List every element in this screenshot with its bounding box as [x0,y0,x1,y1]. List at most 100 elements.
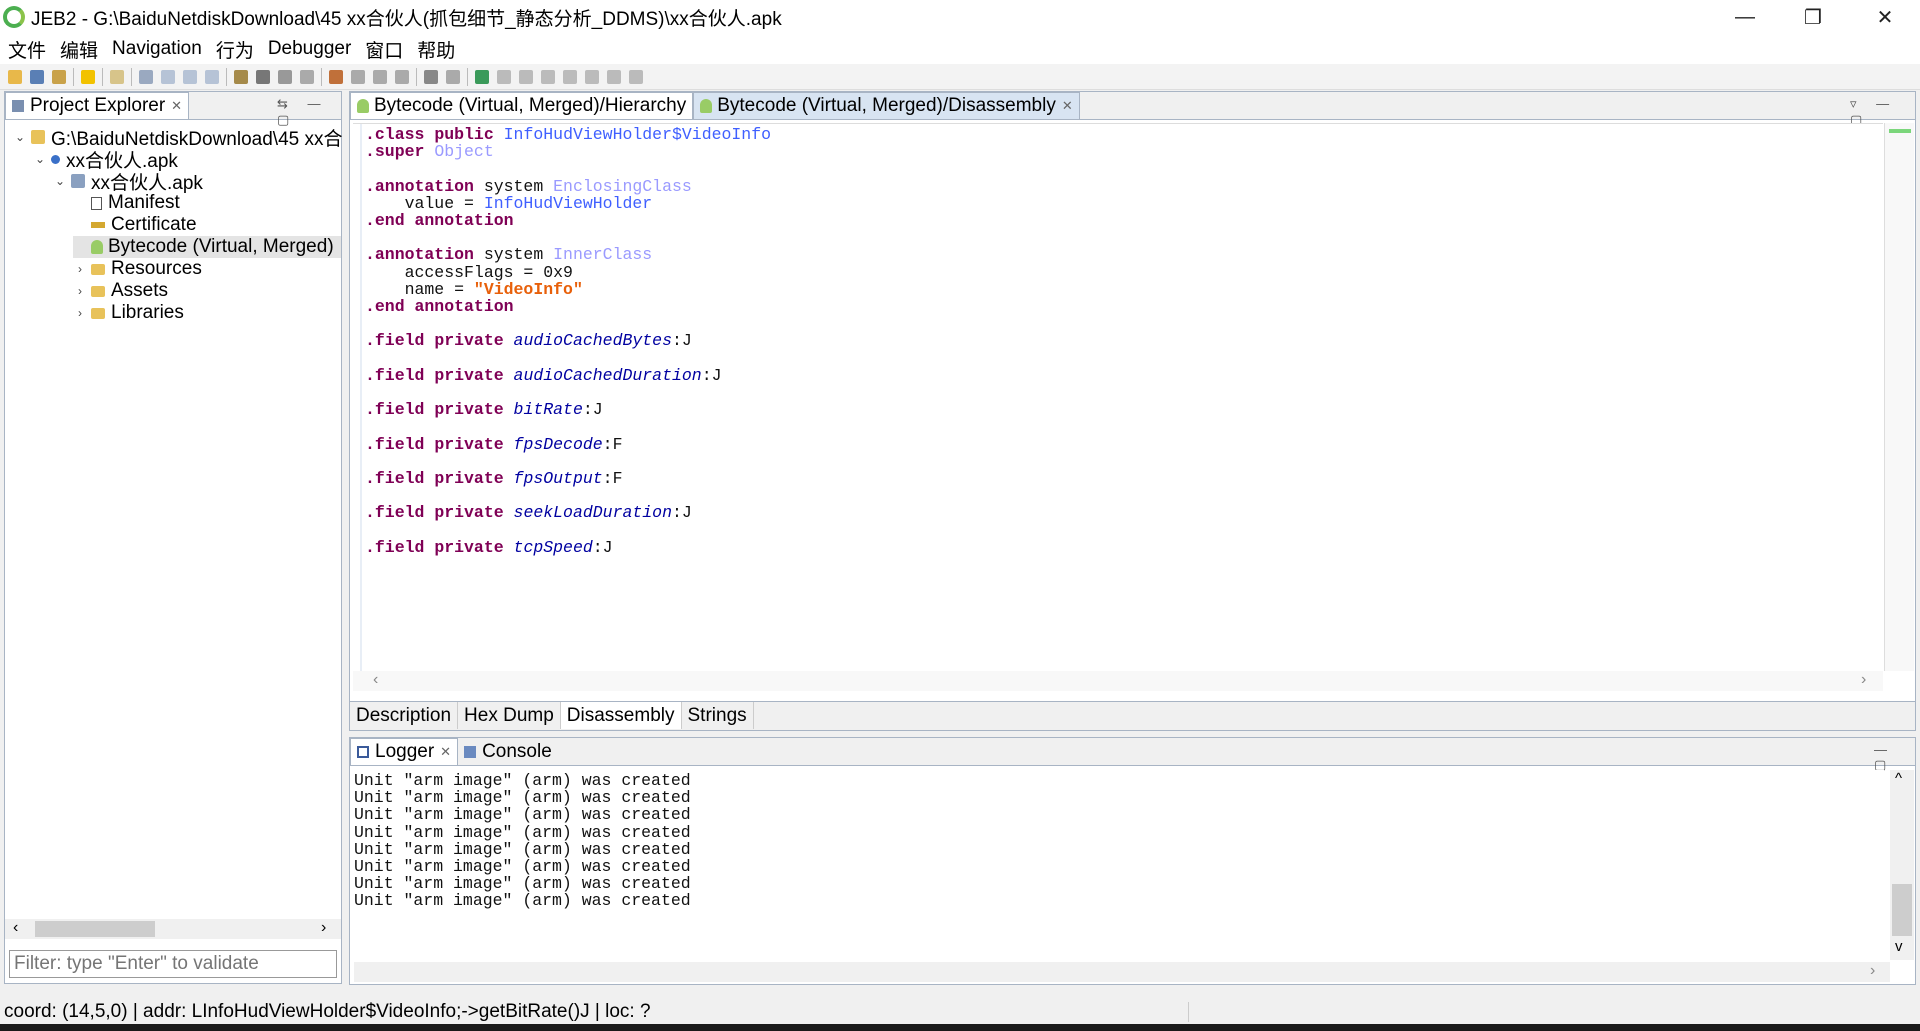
run-to-icon[interactable] [629,69,643,84]
close-icon[interactable]: ✕ [1062,98,1073,114]
log-view[interactable]: Unit "arm image" (arm) was created Unit "… [354,770,1884,960]
tree-row-certificate[interactable]: Certificate [73,214,197,236]
close-button[interactable]: ✕ [1850,0,1920,34]
class-name[interactable]: InfoHudViewHolder$VideoInfo [504,125,771,144]
annotation-type[interactable]: InnerClass [553,245,652,264]
warning-icon[interactable] [81,69,95,84]
menu-help[interactable]: 帮助 [417,36,455,63]
field-name[interactable]: audioCachedDuration [514,366,702,385]
scroll-thumb[interactable] [1892,884,1912,936]
subtab-hex-dump[interactable]: Hex Dump [458,702,561,729]
scroll-right-icon[interactable]: › [1861,671,1866,689]
log-vertical-scrollbar[interactable]: ^ v [1890,770,1914,960]
expand-arrow-icon[interactable]: › [73,262,87,276]
tab-disassembly[interactable]: Bytecode (Virtual, Merged)/Disassembly ✕ [693,92,1080,119]
field-name[interactable]: seekLoadDuration [514,503,672,522]
stop-icon[interactable] [541,69,555,84]
scroll-up-icon[interactable]: ^ [1895,770,1902,787]
field-name[interactable]: tcpSpeed [514,538,593,557]
tree-row-libraries[interactable]: › Libraries [73,302,184,324]
expand-arrow-icon[interactable]: ⌄ [53,174,67,188]
annotation-value[interactable]: InfoHudViewHolder [484,194,652,213]
jump-icon[interactable] [139,69,153,84]
menu-debugger[interactable]: Debugger [268,38,351,60]
tree-row-resources[interactable]: › Resources [73,258,202,280]
restore-button[interactable]: ❐ [1778,0,1848,34]
field-type: :J [592,537,613,557]
tree-row-package[interactable]: ⌄ xx合伙人.apk [53,170,203,194]
field-name[interactable]: bitRate [514,400,583,419]
overview-ruler[interactable] [1884,123,1914,671]
rename-icon[interactable] [278,69,292,84]
forward-icon[interactable] [205,69,219,84]
step-into-icon[interactable] [563,69,577,84]
subtab-strings[interactable]: Strings [682,702,754,729]
horizontal-scrollbar[interactable]: ‹ › [5,919,341,939]
tree-row-bytecode[interactable]: Bytecode (Virtual, Merged) [73,236,341,258]
tab-project-explorer[interactable]: Project Explorer ✕ [5,92,190,119]
expand-arrow-icon[interactable]: ⌄ [33,152,47,166]
layout-icon[interactable] [351,69,365,84]
project-explorer-icon [12,100,24,112]
properties-icon[interactable] [52,69,66,84]
comment-icon[interactable] [256,69,270,84]
tree-row-assets[interactable]: › Assets [73,280,168,302]
step-out-icon[interactable] [607,69,621,84]
notes-icon[interactable] [110,69,124,84]
link-icon[interactable] [234,69,248,84]
menu-action[interactable]: 行为 [216,36,254,63]
tab-hierarchy[interactable]: Bytecode (Virtual, Merged)/Hierarchy [350,92,694,119]
scroll-left-icon[interactable]: ‹ [13,919,18,937]
subtab-description[interactable]: Description [350,702,459,729]
decompile-icon[interactable] [300,69,314,84]
open-icon[interactable] [8,69,22,84]
close-icon[interactable]: ✕ [171,98,182,114]
log-line: Unit "arm image" (arm) was created [354,839,691,859]
close-icon[interactable]: ✕ [440,744,451,760]
field-name[interactable]: fpsDecode [514,435,603,454]
delete-icon[interactable] [424,69,438,84]
log-horizontal-scrollbar[interactable]: › [354,962,1890,982]
tree-icon[interactable] [395,69,409,84]
expand-arrow-icon[interactable]: › [73,284,87,298]
menu-window[interactable]: 窗口 [365,36,403,63]
kw: .field [365,503,425,523]
super-name[interactable]: Object [434,142,493,161]
apk-icon [51,154,60,164]
scroll-right-icon[interactable]: › [321,919,326,937]
code-horizontal-scrollbar[interactable]: ‹ › [353,671,1883,691]
console-icon [464,745,477,758]
panel-controls[interactable]: — ▢ [1874,742,1915,773]
navigate-icon[interactable] [161,69,175,84]
expand-arrow-icon[interactable]: › [73,306,87,320]
save-icon[interactable] [30,69,44,84]
debug-icon[interactable] [475,69,489,84]
tree-row-manifest[interactable]: Manifest [73,192,180,214]
tab-logger[interactable]: Logger ✕ [350,738,459,765]
tab-console[interactable]: Console [458,738,558,765]
scroll-down-icon[interactable]: v [1895,938,1903,955]
step-over-icon[interactable] [585,69,599,84]
copy-icon[interactable] [446,69,460,84]
back-icon[interactable] [183,69,197,84]
menu-edit[interactable]: 编辑 [60,36,98,63]
field-name[interactable]: audioCachedBytes [514,331,672,350]
grid-icon[interactable] [329,69,343,84]
annotation-type[interactable]: EnclosingClass [553,177,692,196]
menu-navigation[interactable]: Navigation [112,38,202,60]
scroll-thumb[interactable] [35,921,155,937]
scroll-right-icon[interactable]: › [1870,962,1875,980]
scroll-left-icon[interactable]: ‹ [373,671,378,689]
code-view[interactable]: .class public InfoHudViewHolder$VideoInf… [353,123,1883,672]
kw: public [434,125,494,144]
toolbar-separator [102,67,103,86]
pause-icon[interactable] [519,69,533,84]
filter-input[interactable] [9,950,337,978]
subtab-disassembly[interactable]: Disassembly [560,702,682,729]
expand-arrow-icon[interactable]: ⌄ [13,130,27,144]
xref-icon[interactable] [373,69,387,84]
field-name[interactable]: fpsOutput [514,469,603,488]
menu-file[interactable]: 文件 [8,36,46,63]
minimize-button[interactable]: — [1710,0,1780,34]
run-icon[interactable] [497,69,511,84]
